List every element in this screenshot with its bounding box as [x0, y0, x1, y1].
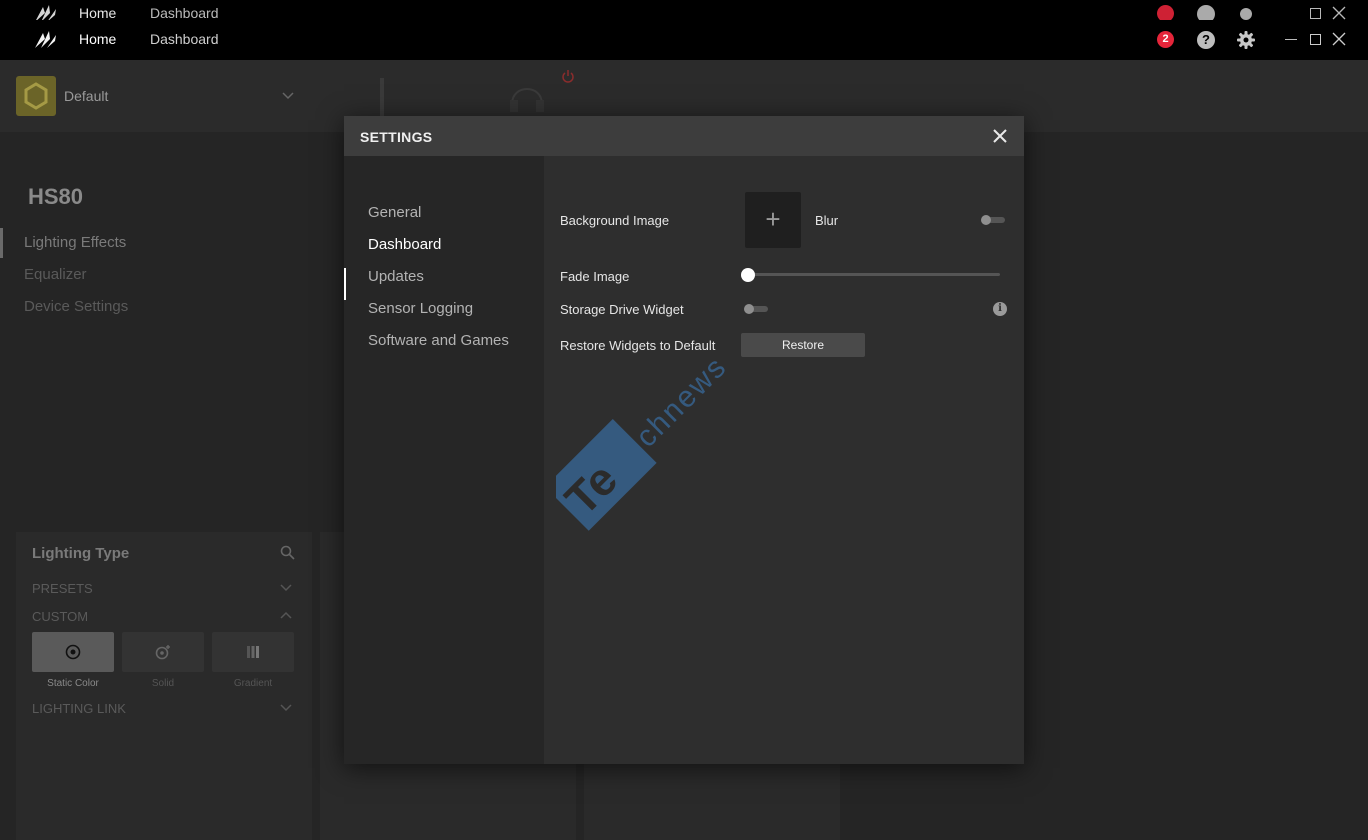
fade-image-label: Fade Image	[560, 269, 630, 284]
restore-widgets-label: Restore Widgets to Default	[560, 338, 716, 353]
tile-gradient[interactable]	[212, 632, 294, 672]
blur-toggle-knob	[981, 215, 991, 225]
plus-icon: +	[765, 204, 781, 234]
lighting-type-title: Lighting Type	[32, 545, 130, 562]
profile-name[interactable]: Default	[64, 88, 108, 104]
tile-static-color[interactable]	[32, 632, 114, 672]
settings-dialog-title: SETTINGS	[360, 129, 433, 145]
ghost-help-icon	[1197, 5, 1215, 20]
restore-button[interactable]: Restore	[741, 333, 865, 357]
target-icon	[65, 644, 81, 660]
chevron-down-icon[interactable]	[280, 582, 292, 594]
storage-toggle-knob	[744, 304, 754, 314]
ghost-badge	[1157, 5, 1174, 20]
gradient-icon	[247, 646, 259, 658]
tile-label-solid: Solid	[151, 678, 175, 689]
presets-label[interactable]: PRESETS	[32, 581, 93, 596]
minimize-icon[interactable]	[1285, 39, 1297, 40]
blur-label: Blur	[815, 213, 839, 228]
tile-label-gradient: Gradient	[233, 678, 273, 689]
chevron-up-icon[interactable]	[280, 610, 292, 622]
nav-dashboard[interactable]: Dashboard	[150, 31, 219, 47]
ghost-nav-home: Home	[79, 5, 117, 20]
chevron-down-icon[interactable]	[280, 702, 292, 714]
device-stand-graphic	[380, 78, 384, 118]
help-icon[interactable]: ?	[1197, 31, 1215, 49]
sidebar-item-equalizer[interactable]: Equalizer	[24, 266, 87, 283]
title-bar: Home Dashboard Home Dashboard 2 ?	[0, 0, 1368, 60]
settings-nav-general[interactable]: General	[368, 204, 421, 221]
corsair-logo-icon[interactable]	[33, 29, 57, 49]
settings-dialog: SETTINGS General Dashboard Updates Senso…	[344, 116, 1024, 764]
settings-nav-dashboard[interactable]: Dashboard	[368, 236, 441, 253]
device-title: HS80	[28, 184, 84, 209]
profile-icon[interactable]	[16, 76, 56, 116]
notification-badge[interactable]: 2	[1157, 31, 1174, 48]
sidebar-item-lighting-effects[interactable]: Lighting Effects	[24, 234, 126, 251]
settings-nav-software-and-games[interactable]: Software and Games	[368, 332, 509, 349]
ghost-gear-icon	[1240, 8, 1252, 20]
close-icon[interactable]	[1332, 32, 1346, 46]
close-icon[interactable]	[992, 128, 1008, 144]
info-icon[interactable]: i	[993, 302, 1007, 316]
solid-effect-icon	[155, 645, 170, 660]
power-icon[interactable]	[561, 69, 575, 83]
settings-nav: General Dashboard Updates Sensor Logging…	[344, 156, 544, 764]
lighting-link-label[interactable]: LIGHTING LINK	[32, 701, 126, 716]
corsair-logo-icon	[36, 5, 56, 20]
add-background-image-button[interactable]: +	[745, 192, 801, 248]
settings-dialog-header: SETTINGS	[344, 116, 1024, 156]
fade-image-slider[interactable]	[748, 273, 1000, 276]
background-image-label: Background Image	[560, 213, 670, 228]
ghost-maximize-icon	[1310, 8, 1321, 19]
tile-solid[interactable]	[122, 632, 204, 672]
fade-image-slider-handle[interactable]	[741, 268, 755, 282]
gear-icon[interactable]	[1236, 30, 1256, 50]
ghost-close-icon	[1332, 6, 1346, 20]
maximize-icon[interactable]	[1310, 34, 1321, 45]
settings-nav-updates[interactable]: Updates	[368, 268, 424, 285]
blur-toggle[interactable]	[981, 215, 1005, 225]
title-bar-ghost: Home Dashboard	[0, 0, 1368, 20]
search-icon[interactable]	[280, 545, 295, 560]
chevron-down-icon[interactable]	[282, 90, 294, 102]
nav-home[interactable]: Home	[79, 31, 116, 47]
settings-nav-sensor-logging[interactable]: Sensor Logging	[368, 300, 473, 317]
settings-nav-active-indicator	[344, 268, 346, 300]
storage-drive-widget-toggle[interactable]	[744, 304, 768, 314]
storage-drive-widget-label: Storage Drive Widget	[560, 302, 684, 317]
ghost-nav-dashboard: Dashboard	[150, 5, 219, 20]
sidebar-active-indicator	[0, 228, 3, 258]
custom-label[interactable]: CUSTOM	[32, 609, 88, 624]
headset-graphic	[510, 88, 544, 112]
tile-label-static-color: Static Color	[47, 678, 99, 689]
sidebar-item-device-settings[interactable]: Device Settings	[24, 298, 128, 315]
